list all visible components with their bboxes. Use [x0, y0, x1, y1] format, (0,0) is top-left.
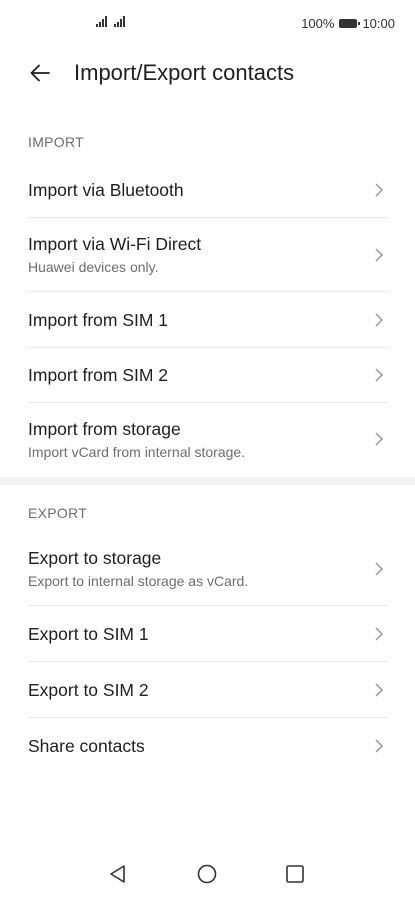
export-section-header: EXPORT [28, 505, 88, 521]
chevron-right-icon [375, 432, 384, 446]
battery-percent: 100% [301, 16, 335, 31]
chevron-right-icon [375, 312, 384, 327]
back-triangle-icon[interactable] [106, 862, 130, 886]
import-wifi-direct-item[interactable]: Import via Wi-Fi Direct Huawei devices o… [28, 218, 388, 291]
page-title: Import/Export contacts [74, 60, 295, 85]
status-bar: 100% 10:00 [0, 0, 415, 52]
export-sim1-item[interactable]: Export to SIM 1 [28, 606, 388, 661]
back-arrow-icon[interactable] [28, 61, 52, 85]
chevron-right-icon [375, 561, 384, 576]
navigation-bar [0, 850, 415, 900]
item-label: Import via Wi-Fi Direct [28, 234, 202, 254]
chevron-right-icon [375, 682, 384, 697]
status-right: 100% 10:00 [301, 16, 395, 31]
share-contacts-item[interactable]: Share contacts [28, 718, 388, 773]
signal-sim1-icon [96, 16, 107, 27]
home-circle-icon[interactable] [195, 862, 219, 886]
section-separator [0, 477, 415, 485]
chevron-right-icon [375, 368, 384, 382]
export-storage-item[interactable]: Export to storage Export to internal sto… [28, 532, 388, 605]
recents-square-icon[interactable] [283, 862, 307, 886]
import-storage-item[interactable]: Import from storage Import vCard from in… [28, 403, 388, 475]
import-bluetooth-item[interactable]: Import via Bluetooth [28, 162, 388, 217]
item-subtitle: Import vCard from internal storage. [28, 443, 246, 460]
chevron-right-icon [375, 626, 384, 641]
clock: 10:00 [362, 16, 395, 31]
battery-icon [339, 19, 361, 28]
item-label: Share contacts [28, 735, 145, 756]
import-sim2-item[interactable]: Import from SIM 2 [28, 348, 388, 402]
item-label: Export to SIM 2 [28, 679, 149, 700]
item-label: Export to storage [28, 548, 162, 568]
app-bar: Import/Export contacts [0, 55, 415, 95]
chevron-right-icon [375, 247, 384, 262]
item-subtitle: Huawei devices only. [28, 259, 159, 275]
chevron-right-icon [375, 182, 384, 197]
item-label: Import from storage [28, 418, 181, 439]
item-label: Import from SIM 2 [28, 365, 169, 385]
signal-sim2-icon [114, 16, 125, 27]
export-sim2-item[interactable]: Export to SIM 2 [28, 662, 388, 717]
item-label: Import from SIM 1 [28, 309, 169, 330]
signal-icons [96, 16, 125, 27]
import-sim1-item[interactable]: Import from SIM 1 [28, 292, 388, 347]
item-label: Import via Bluetooth [28, 179, 184, 200]
item-subtitle: Export to internal storage as vCard. [28, 573, 249, 589]
import-section-header: IMPORT [28, 134, 84, 150]
item-label: Export to SIM 1 [28, 623, 149, 644]
chevron-right-icon [375, 738, 384, 753]
